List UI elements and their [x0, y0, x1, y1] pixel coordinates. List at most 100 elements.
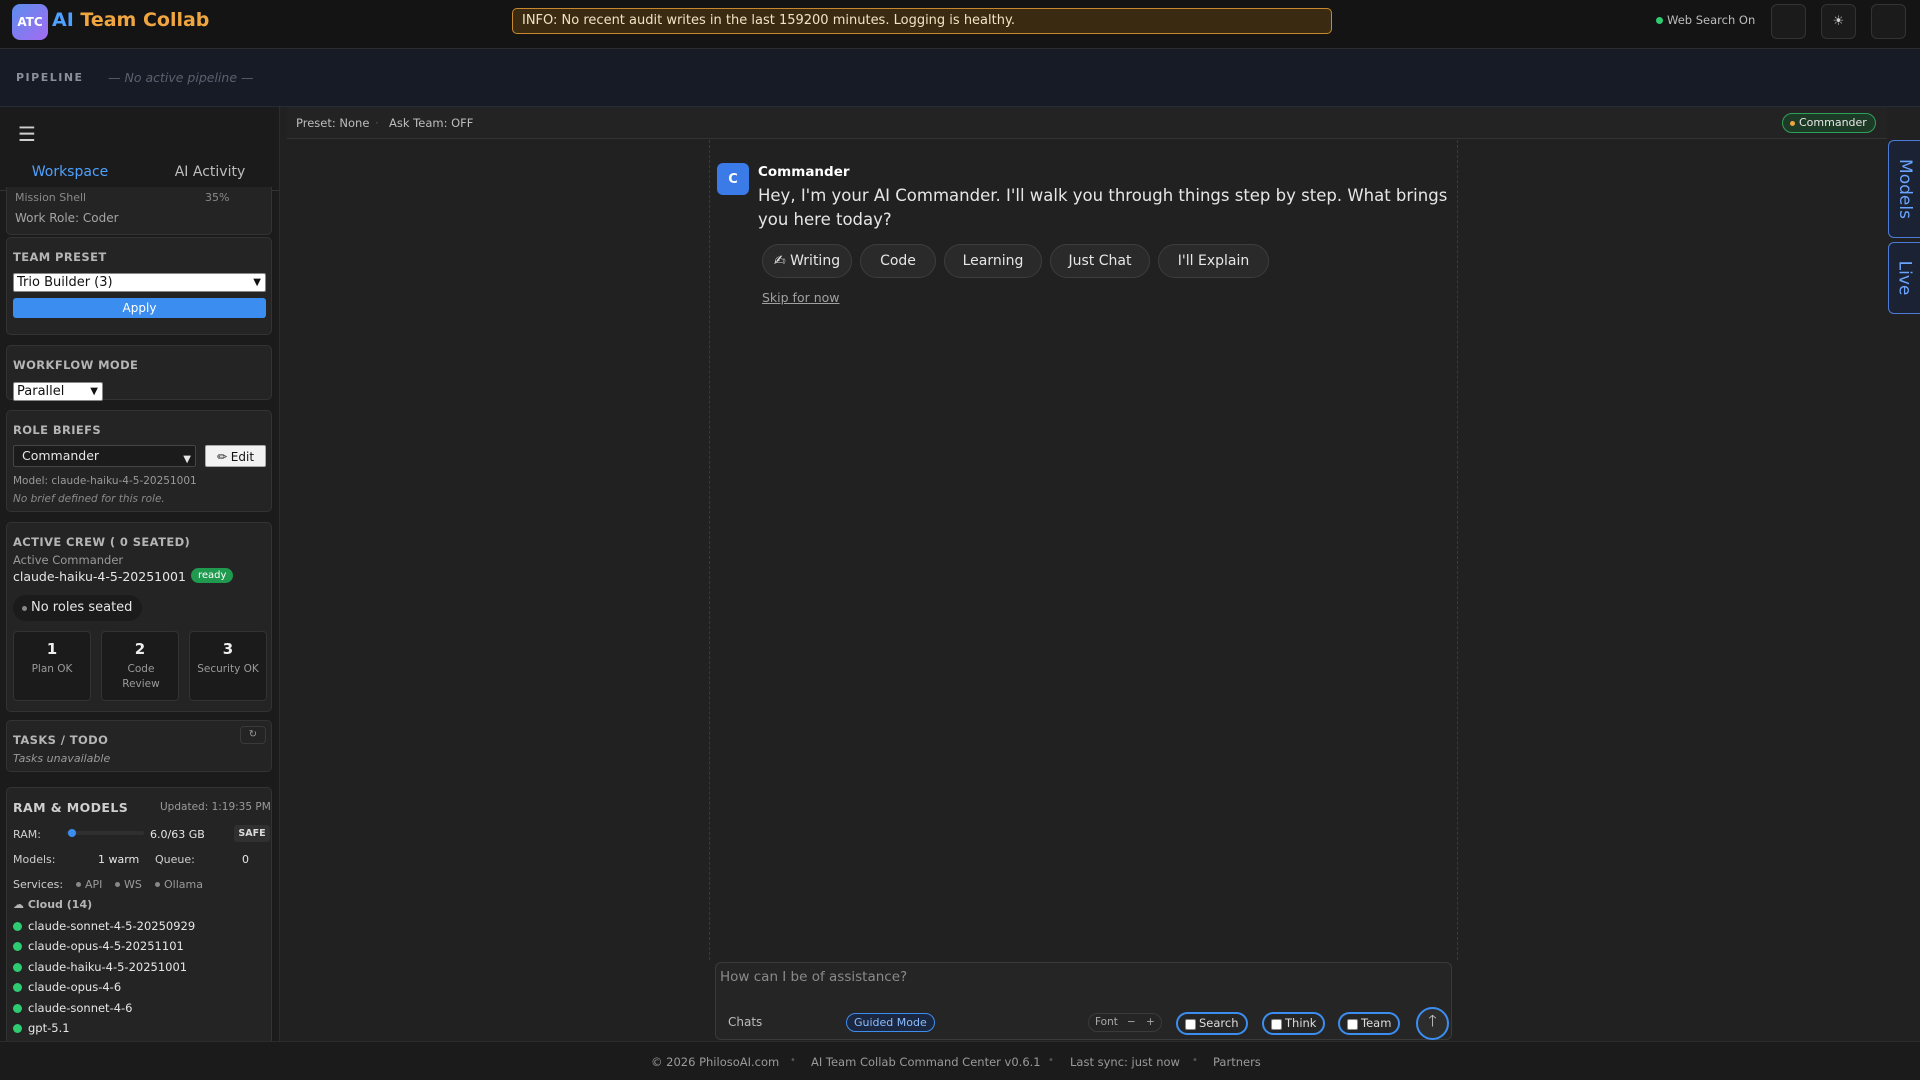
sidebar-tabs: Workspace AI Activity — [0, 155, 279, 191]
role-briefs-panel: ROLE BRIEFS Commander ▼ ✏ Edit Model: cla… — [6, 410, 272, 512]
copyright: © 2026 PhilosoAI.com — [651, 1055, 780, 1069]
message-sender: Commander — [758, 164, 850, 180]
menu-icon[interactable]: ☰ — [18, 122, 36, 146]
models-label: Models: — [13, 853, 56, 866]
role-select[interactable]: Commander ▼ — [13, 445, 196, 467]
refresh-icon[interactable]: ↻ — [240, 726, 266, 744]
model-row: gpt-5.1 — [13, 1021, 70, 1035]
think-toggle[interactable]: Think — [1262, 1012, 1326, 1035]
model-name: claude-sonnet-4-5-20250929 — [28, 919, 196, 933]
edit-brief-button[interactable]: ✏ Edit — [205, 445, 266, 467]
font-increase-button[interactable]: + — [1146, 1014, 1155, 1031]
status-badge: ready — [191, 568, 234, 583]
status-dot-icon — [13, 963, 22, 972]
choice-ill-explain[interactable]: I'll Explain — [1158, 244, 1269, 278]
model-row: claude-opus-4-6 — [13, 980, 121, 994]
ask-team-status[interactable]: Ask Team: OFF — [389, 116, 473, 130]
tab-models[interactable]: Models — [1888, 140, 1920, 238]
apply-button[interactable]: Apply — [13, 298, 266, 318]
mission-percent: 35% — [205, 191, 230, 204]
font-decrease-button[interactable]: − — [1127, 1014, 1136, 1031]
service-name: WS — [124, 878, 142, 891]
checkbox[interactable] — [1271, 1019, 1282, 1030]
status-dot-icon — [1656, 17, 1663, 24]
guided-mode-badge[interactable]: Guided Mode — [846, 1013, 935, 1032]
role-brief-text: No brief defined for this role. — [13, 493, 165, 505]
choice-learning[interactable]: Learning — [944, 244, 1042, 278]
stat-label: Security OK — [197, 663, 259, 675]
chevron-down-icon: ▼ — [90, 386, 98, 397]
separator: · — [375, 116, 379, 130]
message-text: Hey, I'm your AI Commander. I'll walk yo… — [758, 186, 1448, 229]
topbar-button-3[interactable] — [1871, 4, 1906, 39]
app-logo[interactable]: ATC — [12, 4, 48, 40]
avatar: C — [717, 163, 749, 195]
ram-models-panel: RAM & MODELS Updated: 1:19:35 PM RAM: 6.… — [6, 787, 272, 1041]
model-row: claude-haiku-4-5-20251001 — [13, 960, 187, 974]
no-roles-pill: No roles seated — [13, 595, 143, 621]
send-button[interactable]: 🡑 — [1416, 1007, 1449, 1040]
tasks-panel: TASKS / TODO ↻ Tasks unavailable — [6, 720, 272, 772]
status-dot-icon — [76, 882, 81, 887]
partners-link[interactable]: Partners — [1213, 1055, 1261, 1069]
pipeline-label: PIPELINE — [16, 71, 84, 84]
ram-models-title: RAM & MODELS — [13, 800, 129, 815]
stat-label: Code Review — [122, 663, 160, 690]
active-crew-title: ACTIVE CREW ( 0 SEATED) — [13, 535, 191, 549]
workflow-mode-select[interactable]: Parallel ▼ — [13, 382, 103, 401]
team-preset-value: Trio Builder (3) — [17, 275, 113, 290]
model-name: gpt-5.1 — [28, 1021, 70, 1035]
tasks-empty: Tasks unavailable — [13, 752, 111, 765]
last-sync: Last sync: just now — [1070, 1055, 1180, 1069]
stat-card: 3 Security OK — [189, 631, 267, 701]
service-name: API — [85, 878, 103, 891]
chevron-down-icon: ▼ — [183, 454, 191, 465]
checkbox[interactable] — [1185, 1019, 1196, 1030]
stat-number: 3 — [222, 640, 234, 658]
tab-workspace[interactable]: Workspace — [8, 155, 132, 191]
status-dot-icon — [1790, 121, 1795, 126]
status-dot-icon — [22, 606, 27, 611]
checkbox[interactable] — [1347, 1019, 1358, 1030]
chevron-down-icon: ▼ — [253, 277, 261, 288]
search-toggle[interactable]: Search — [1176, 1012, 1248, 1035]
stat-label: Plan OK — [31, 663, 73, 675]
service-name: Ollama — [164, 878, 203, 891]
workflow-mode-title: WORKFLOW MODE — [13, 358, 139, 372]
theme-toggle-button[interactable]: ☀ — [1821, 4, 1856, 39]
topbar-button-1[interactable] — [1771, 4, 1806, 39]
tab-ai-activity[interactable]: AI Activity — [140, 155, 279, 191]
choice-writing[interactable]: ✍ Writing — [762, 244, 852, 278]
choice-code[interactable]: Code — [860, 244, 936, 278]
tab-live-label: Live — [1894, 260, 1915, 296]
message-input[interactable]: How can I be of assistance? — [720, 969, 907, 985]
ram-updated: Updated: 1:19:35 PM — [160, 801, 271, 813]
team-preset-title: TEAM PRESET — [13, 250, 107, 264]
chats-button[interactable]: Chats — [728, 1015, 762, 1029]
info-banner: INFO: No recent audit writes in the last… — [512, 8, 1332, 34]
active-crew-panel: ACTIVE CREW ( 0 SEATED) Active Commander… — [6, 522, 272, 712]
cloud-group-toggle[interactable]: ☁ Cloud (14) — [13, 898, 92, 911]
tab-live[interactable]: Live — [1888, 242, 1920, 314]
stat-number: 2 — [134, 640, 146, 658]
model-row: claude-opus-4-5-20251101 — [13, 939, 184, 953]
skip-link[interactable]: Skip for now — [762, 290, 840, 305]
font-label: Font — [1095, 1016, 1118, 1028]
pipeline-bar: PIPELINE — No active pipeline — — [0, 49, 1920, 107]
sidebar: ☰ Workspace AI Activity Mission Shell 35… — [0, 107, 280, 1041]
preset-label: Preset: None — [296, 116, 370, 130]
status-dot-icon — [13, 942, 22, 951]
think-toggle-label: Think — [1285, 1016, 1317, 1030]
app-title-rest: Team Collab — [73, 9, 210, 31]
role-briefs-title: ROLE BRIEFS — [13, 423, 102, 437]
models-value: 1 warm — [98, 853, 140, 866]
model-row: claude-sonnet-4-5-20250929 — [13, 919, 195, 933]
team-preset-select[interactable]: Trio Builder (3) ▼ — [13, 273, 266, 292]
model-name: claude-haiku-4-5-20251001 — [28, 960, 188, 974]
stat-card: 1 Plan OK — [13, 631, 91, 701]
status-dot-icon — [13, 1024, 22, 1033]
choice-just-chat[interactable]: Just Chat — [1050, 244, 1150, 278]
ram-value: 6.0/63 GB — [150, 828, 205, 841]
team-toggle[interactable]: Team — [1338, 1012, 1401, 1035]
web-search-label: Web Search On — [1667, 13, 1756, 27]
